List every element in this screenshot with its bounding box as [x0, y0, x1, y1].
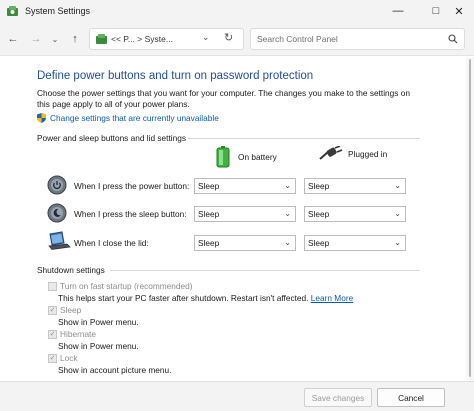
section-divider	[110, 270, 420, 271]
title-bar: System Settings — □ ✕	[0, 0, 474, 22]
fast-startup-description: This helps start your PC faster after sh…	[58, 293, 353, 303]
minimize-button[interactable]: —	[379, 0, 417, 22]
select-value: Sleep	[308, 181, 330, 191]
cancel-button[interactable]: Cancel	[377, 388, 445, 407]
uac-shield-icon	[37, 113, 46, 123]
plugged-in-label: Plugged in	[348, 149, 388, 159]
chevron-down-icon: ⌄	[284, 209, 291, 218]
lock-label: Lock	[60, 353, 78, 363]
sleep-button-plugged-select[interactable]: Sleep ⌄	[304, 206, 406, 222]
sleep-button-battery-select[interactable]: Sleep ⌄	[194, 206, 296, 222]
recent-locations-button[interactable]: ⌄	[47, 31, 63, 47]
page-title: Define power buttons and turn on passwor…	[37, 70, 314, 82]
power-button-label: When I press the power button:	[74, 181, 190, 191]
search-input[interactable]: Search Control Panel	[257, 34, 448, 44]
close-button[interactable]: ✕	[444, 0, 474, 22]
arrow-left-icon: ←	[7, 33, 19, 45]
fast-startup-checkbox[interactable]	[48, 281, 57, 291]
arrow-up-icon: ↑	[72, 33, 78, 45]
section-divider	[188, 138, 420, 139]
column-plugged-in: Plugged in	[318, 146, 387, 162]
change-settings-link[interactable]: Change settings that are currently unava…	[37, 113, 219, 123]
refresh-icon[interactable]: ↻	[224, 31, 233, 44]
sleep-description: Show in Power menu.	[58, 317, 139, 327]
laptop-lid-icon	[48, 231, 71, 250]
back-button[interactable]: ←	[5, 31, 21, 47]
sleep-checkbox[interactable]: ✓	[48, 305, 57, 315]
close-lid-battery-select[interactable]: Sleep ⌄	[194, 235, 296, 251]
chevron-down-icon: ⌄	[284, 181, 291, 190]
sleep-button-label: When I press the sleep button:	[74, 209, 187, 219]
power-button-icon	[47, 175, 67, 195]
plug-icon	[319, 146, 343, 160]
shutdown-section-label: Shutdown settings	[37, 265, 105, 275]
lock-checkbox[interactable]: ✓	[48, 353, 57, 363]
chevron-down-icon: ⌄	[394, 209, 401, 218]
address-bar[interactable]: << P... > Syste... ⌄ ↻	[89, 28, 244, 50]
close-lid-plugged-select[interactable]: Sleep ⌄	[304, 235, 406, 251]
lock-description: Show in account picture menu.	[58, 365, 172, 375]
sleep-label: Sleep	[60, 305, 82, 315]
search-box[interactable]: Search Control Panel	[250, 28, 465, 50]
power-button-battery-select[interactable]: Sleep ⌄	[194, 178, 296, 194]
chevron-down-icon: ⌄	[394, 181, 401, 190]
chevron-down-icon: ⌄	[394, 238, 401, 247]
page-description: Choose the power settings that you want …	[37, 88, 410, 109]
minimize-icon: —	[392, 5, 404, 17]
column-on-battery: On battery	[216, 146, 277, 168]
vertical-scrollbar[interactable]	[466, 57, 474, 381]
select-value: Sleep	[198, 238, 220, 248]
power-section-label: Power and sleep buttons and lid settings	[37, 133, 186, 143]
battery-icon	[216, 146, 230, 168]
address-path: << P... > Syste...	[111, 34, 173, 44]
hibernate-description: Show in Power menu.	[58, 341, 139, 351]
fast-startup-desc-text: This helps start your PC faster after sh…	[58, 293, 309, 303]
chevron-down-icon: ⌄	[284, 238, 291, 247]
arrow-right-icon: →	[30, 33, 42, 45]
up-button[interactable]: ↑	[67, 31, 83, 47]
forward-button[interactable]: →	[28, 31, 44, 47]
fast-startup-label: Turn on fast startup (recommended)	[60, 281, 193, 291]
hibernate-label: Hibernate	[60, 329, 96, 339]
save-changes-button[interactable]: Save changes	[304, 388, 372, 407]
select-value: Sleep	[198, 209, 220, 219]
footer-bar: Save changes Cancel	[0, 381, 474, 411]
scrollbar-thumb[interactable]	[469, 59, 471, 377]
on-battery-label: On battery	[238, 152, 277, 162]
select-value: Sleep	[308, 209, 330, 219]
chevron-down-icon[interactable]: ⌄	[202, 32, 210, 43]
select-value: Sleep	[308, 238, 330, 248]
change-settings-label: Change settings that are currently unava…	[50, 113, 219, 123]
hibernate-checkbox[interactable]: ✓	[48, 329, 57, 339]
power-button-plugged-select[interactable]: Sleep ⌄	[304, 178, 406, 194]
control-panel-icon	[96, 33, 107, 44]
lock-checkbox-row[interactable]: ✓ Lock	[48, 353, 78, 363]
select-value: Sleep	[198, 181, 220, 191]
hibernate-checkbox-row[interactable]: ✓ Hibernate	[48, 329, 96, 339]
maximize-icon: □	[432, 5, 440, 17]
control-panel-icon	[7, 5, 18, 16]
search-icon	[448, 34, 458, 44]
learn-more-link[interactable]: Learn More	[311, 293, 353, 303]
window-title: System Settings	[25, 6, 91, 16]
chevron-down-icon: ⌄	[51, 34, 59, 44]
close-icon: ✕	[454, 5, 464, 18]
sleep-checkbox-row[interactable]: ✓ Sleep	[48, 305, 81, 315]
sleep-button-icon	[47, 203, 67, 223]
navigation-bar: ← → ⌄ ↑ << P... > Syste... ⌄ ↻ Search Co…	[0, 22, 474, 56]
close-lid-label: When I close the lid:	[74, 238, 149, 248]
fast-startup-checkbox-row[interactable]: Turn on fast startup (recommended)	[48, 281, 193, 291]
